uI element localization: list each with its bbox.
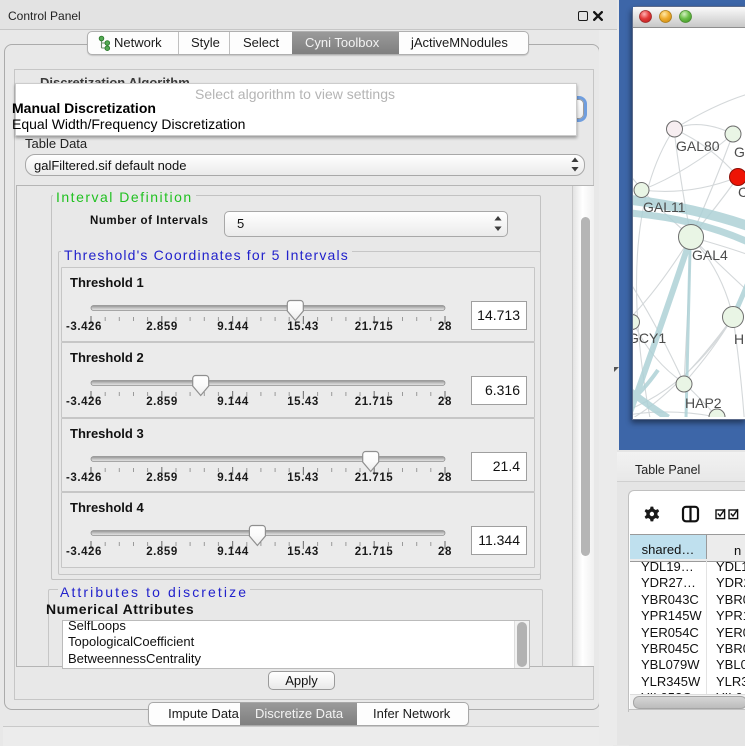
- svg-text:GAL80: GAL80: [676, 138, 720, 154]
- svg-text:H: H: [734, 331, 744, 347]
- svg-text:GAL11: GAL11: [643, 199, 686, 215]
- svg-text:G: G: [734, 144, 745, 160]
- svg-text:C: C: [738, 184, 745, 200]
- svg-text:GAL4: GAL4: [692, 247, 728, 263]
- svg-text:GCY1: GCY1: [632, 330, 666, 346]
- svg-text:HAP2: HAP2: [685, 395, 722, 411]
